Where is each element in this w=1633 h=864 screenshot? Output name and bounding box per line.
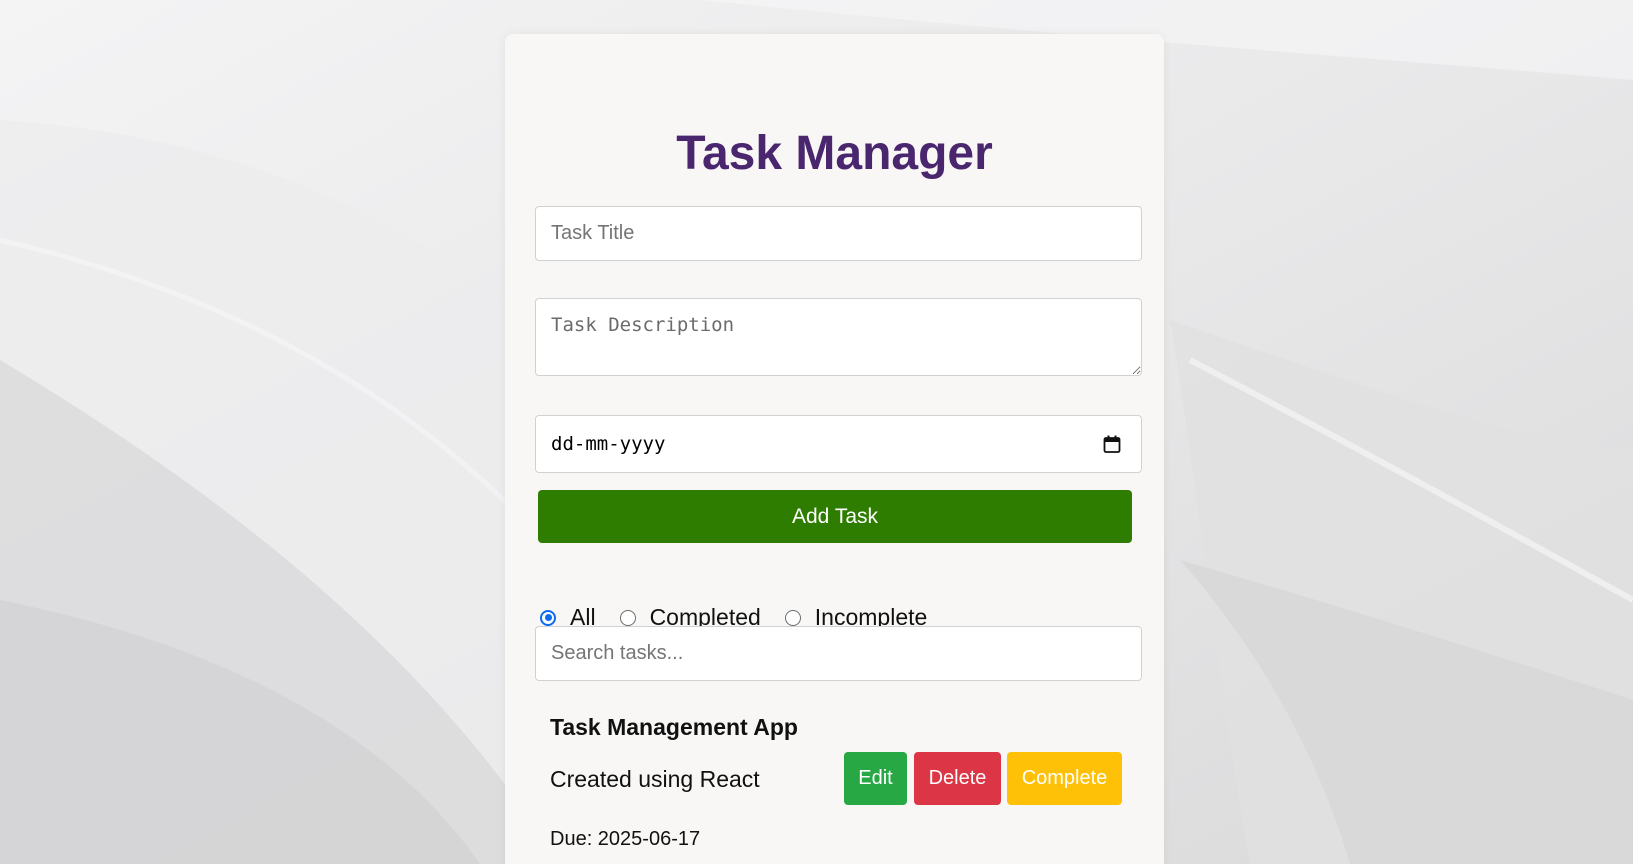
delete-button[interactable]: Delete: [914, 752, 1001, 805]
filter-all-radio[interactable]: [540, 609, 556, 626]
date-placeholder: dd-mm-yyyy: [551, 433, 666, 455]
task-title: Task Management App: [550, 714, 798, 740]
task-manager-card: Task Manager dd-mm-yyyy Add Task All Com…: [505, 34, 1164, 864]
search-input[interactable]: [535, 626, 1142, 681]
add-task-button[interactable]: Add Task: [538, 490, 1132, 543]
due-date-input[interactable]: dd-mm-yyyy: [535, 415, 1142, 473]
filter-incomplete-radio[interactable]: [784, 609, 801, 626]
task-description: Created using React: [550, 766, 760, 792]
filter-completed-radio[interactable]: [619, 609, 636, 626]
task-due-date: Due: 2025-06-17: [550, 828, 701, 850]
calendar-icon[interactable]: [1102, 434, 1122, 454]
complete-button[interactable]: Complete: [1007, 752, 1122, 805]
page-title: Task Manager: [676, 127, 993, 180]
edit-button[interactable]: Edit: [844, 752, 907, 805]
task-description-input[interactable]: [535, 298, 1142, 376]
task-title-input[interactable]: [535, 206, 1142, 261]
